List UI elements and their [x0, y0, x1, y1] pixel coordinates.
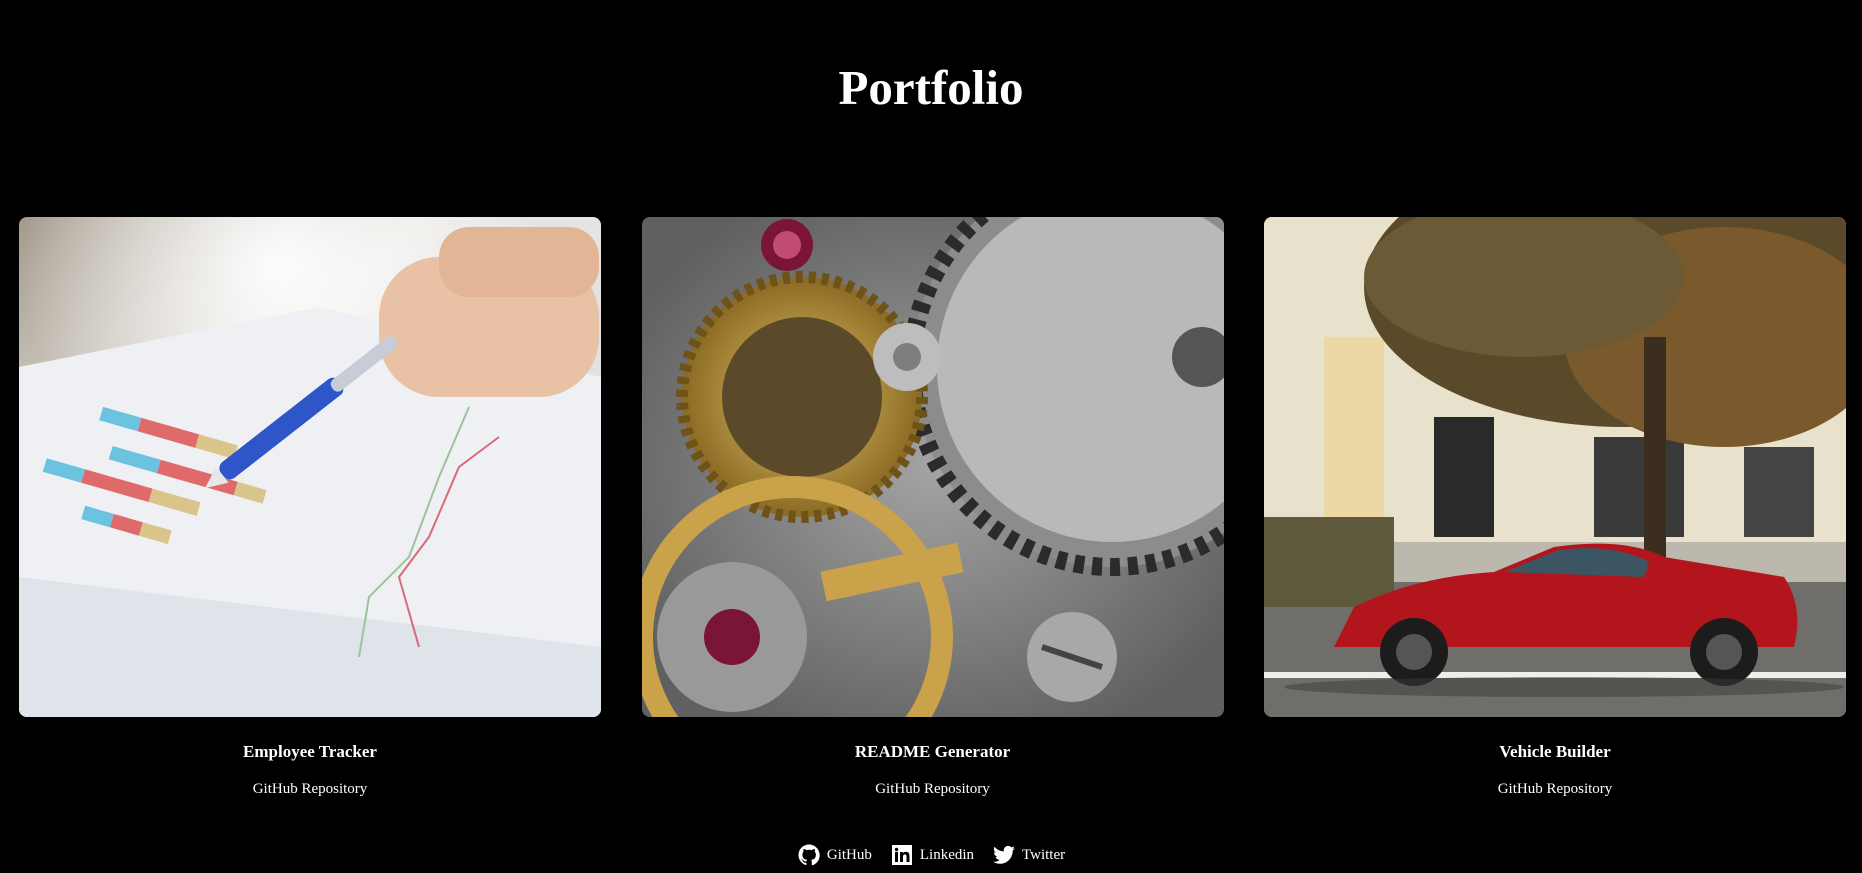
github-repository-link[interactable]: GitHub Repository	[253, 779, 368, 799]
footer-link-twitter[interactable]: Twitter	[992, 843, 1065, 867]
github-repository-link[interactable]: GitHub Repository	[875, 779, 990, 799]
twitter-icon	[992, 843, 1016, 867]
linkedin-icon	[890, 843, 914, 867]
project-grid: Employee Tracker GitHub Repository READM…	[19, 217, 1846, 799]
footer-link-github[interactable]: GitHub	[797, 843, 872, 867]
project-card-employee-tracker: Employee Tracker GitHub Repository	[19, 217, 601, 799]
footer-link-label: Linkedin	[919, 846, 975, 863]
page-title: Portfolio	[838, 60, 1024, 115]
footer-link-linkedin[interactable]: Linkedin	[890, 843, 974, 867]
portfolio-page: Portfolio Employee Tracker GitHub Reposi…	[0, 0, 1862, 873]
github-repository-link[interactable]: GitHub Repository	[1498, 779, 1613, 799]
footer-link-label: GitHub	[826, 846, 872, 863]
project-title: Vehicle Builder	[1499, 742, 1611, 761]
social-links: GitHub Linkedin Twitter	[0, 843, 1862, 867]
footer-link-label: Twitter	[1022, 846, 1066, 863]
github-icon	[797, 843, 821, 867]
project-card-readme-generator: README Generator GitHub Repository	[641, 217, 1224, 799]
red-car-photo	[1264, 217, 1846, 717]
project-title: README Generator	[854, 742, 1011, 761]
project-card-vehicle-builder: Vehicle Builder GitHub Repository	[1264, 217, 1846, 799]
chart-analysis-photo	[19, 217, 601, 717]
watch-gears-photo	[641, 217, 1224, 717]
project-title: Employee Tracker	[243, 742, 377, 761]
